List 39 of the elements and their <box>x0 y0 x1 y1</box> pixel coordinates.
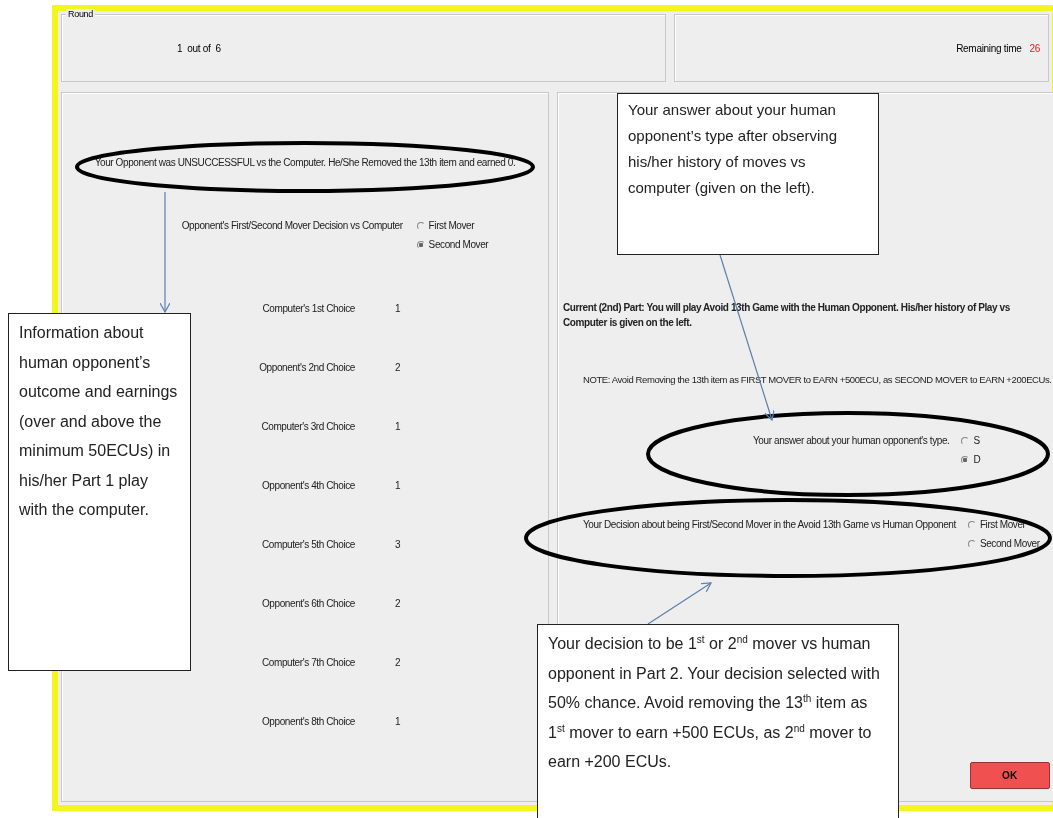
radio-option[interactable]: First Mover <box>967 519 1040 530</box>
radio-option[interactable]: Second Mover <box>416 239 489 250</box>
radio-option[interactable]: First Mover <box>416 220 489 231</box>
choice-value: 1 <box>395 302 402 314</box>
choice-label: Computer's 1st Choice <box>261 302 355 314</box>
choice-value: 1 <box>395 420 402 432</box>
note-text: NOTE: Avoid Removing the 13th item as FIRST MOVER to EARN +500ECU, as SECOND MOVER to EARN +200ECUs. <box>583 374 1052 385</box>
radio-option[interactable]: S <box>961 435 981 446</box>
outcome-text: Your Opponent was UNSUCCESSFUL vs the Computer. He/She Removed the 13th item and earned 0. <box>94 157 516 168</box>
ok-button[interactable]: OK <box>969 762 1050 789</box>
choice-label: Computer's 5th Choice <box>261 538 355 550</box>
radio-icon[interactable] <box>961 455 970 464</box>
callout-note: Your answer about your human opponent’s type after observing his/her history of moves vs computer (given on the left). <box>617 93 879 255</box>
choice-value: 2 <box>395 597 402 609</box>
radio-option[interactable]: D <box>961 454 981 465</box>
radio-option[interactable]: Second Mover <box>967 538 1040 549</box>
choice-label: Opponent's 2nd Choice <box>258 361 355 373</box>
choice-label: Opponent's 8th Choice <box>260 715 355 727</box>
remaining-time-value: 26 <box>1029 42 1040 54</box>
choice-label: Computer's 3rd Choice <box>260 420 355 432</box>
choice-label: Opponent's 6th Choice <box>260 597 355 609</box>
question-label: Opponent's First/Second Mover Decision vs Computer <box>181 220 403 231</box>
round-number-text: 1 out of 6 <box>177 42 221 54</box>
radio-icon[interactable] <box>416 240 425 249</box>
choice-label: Opponent's 4th Choice <box>260 479 355 491</box>
choice-value: 2 <box>395 656 402 668</box>
choice-value: 3 <box>395 538 402 550</box>
question-label: Your answer about your human opponent's type. <box>753 435 950 446</box>
choice-label: Computer's 7th Choice <box>261 656 355 668</box>
callout-note: Your decision to be 1$^{st}$ or 2$^{nd}$ mover vs human opponent in Part 2. Your decision selected with 50% chance. Avoid removing the 13$^{th}$ item as 1$^{st}$ mover to earn +500 ECUs, as 2$^{nd}$ mover to earn +200 ECUs. <box>537 624 899 818</box>
question-label: Your Decision about being First/Second Mover in the Avoid 13th Game vs Human Opponent <box>583 519 956 530</box>
remaining-time-label: Remaining time <box>956 42 1022 54</box>
arrow <box>647 582 712 625</box>
choice-value: 1 <box>395 479 402 491</box>
callout-note: Information about human opponent’s outcome and earnings (over and above the minimum 50ECUs) in his/her Part 1 play with the computer. <box>8 313 191 671</box>
choice-value: 1 <box>395 715 402 727</box>
choice-value: 2 <box>395 361 402 373</box>
round-label: Round <box>66 9 96 19</box>
intro-text: Current (2nd) Part: You will play Avoid 13th Game with the Human Opponent. His/her history of Play vs Computer is given on the left. <box>563 301 1011 330</box>
